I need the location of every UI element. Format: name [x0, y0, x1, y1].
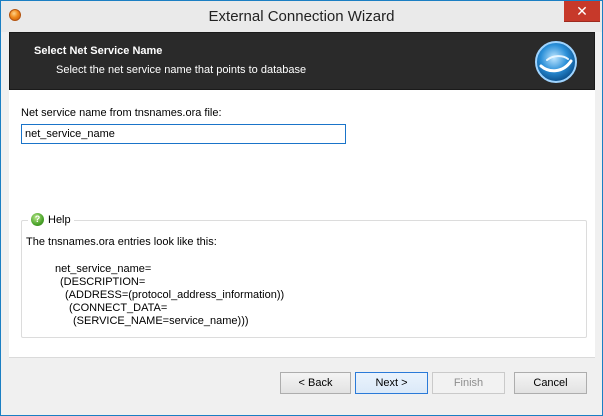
- step-title: Select Net Service Name: [34, 45, 163, 57]
- help-title: Help: [48, 213, 71, 226]
- help-intro: The tnsnames.ora entries look like this:: [26, 236, 217, 248]
- help-code-line: (SERVICE_NAME=service_name))): [73, 315, 249, 327]
- footer-divider: [9, 357, 595, 358]
- net-service-name-label: Net service name from tnsnames.ora file:: [21, 107, 222, 119]
- finish-button[interactable]: Finish: [432, 372, 505, 394]
- help-legend: ? Help: [28, 213, 74, 226]
- globe-swirl-icon: [535, 41, 577, 83]
- net-service-name-input[interactable]: [21, 124, 346, 144]
- window-title: External Connection Wizard: [208, 8, 395, 25]
- wizard-header: Select Net Service Name Select the net s…: [9, 32, 595, 90]
- next-button[interactable]: Next >: [355, 372, 428, 394]
- help-group: ? Help The tnsnames.ora entries look lik…: [21, 213, 587, 338]
- wizard-window: External Connection Wizard ✕ Select Net …: [0, 0, 603, 416]
- title-bar[interactable]: External Connection Wizard ✕: [1, 1, 602, 32]
- help-code-line: (CONNECT_DATA=: [69, 302, 168, 314]
- step-subtitle: Select the net service name that points …: [56, 64, 307, 76]
- help-code-line: net_service_name=: [55, 263, 152, 275]
- help-code-line: (ADDRESS=(protocol_address_information)): [65, 289, 285, 301]
- help-code-line: (DESCRIPTION=: [60, 276, 146, 288]
- close-button[interactable]: ✕: [564, 1, 600, 22]
- cancel-button[interactable]: Cancel: [514, 372, 587, 394]
- help-icon: ?: [31, 213, 44, 226]
- back-button[interactable]: < Back: [280, 372, 351, 394]
- wizard-content: Net service name from tnsnames.ora file:…: [9, 90, 595, 357]
